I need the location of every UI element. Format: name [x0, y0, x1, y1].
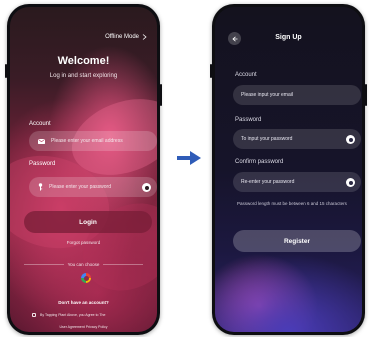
signup-screen: Sign Up Account Please input your email … [215, 7, 362, 332]
terms-links[interactable]: User Agreement Privacy Policy [10, 325, 157, 329]
phone-power-button [160, 84, 162, 106]
terms-checkbox[interactable] [32, 313, 36, 317]
phone-volume-button [5, 64, 7, 78]
password-placeholder: To input your password [241, 136, 293, 142]
phone-power-button [365, 84, 367, 106]
alternate-login-label: You can choose [67, 262, 100, 267]
google-icon[interactable] [81, 273, 91, 283]
login-screen: Offline Mode Welcome! Log in and start e… [10, 7, 157, 332]
offline-mode-link[interactable]: Offline Mode [105, 34, 147, 40]
eye-icon[interactable] [142, 183, 151, 192]
email-placeholder: Please enter your email address [51, 138, 123, 144]
forgot-password-link[interactable]: Forgot password [10, 240, 157, 245]
email-placeholder: Please input your email [241, 92, 293, 98]
login-phone: Offline Mode Welcome! Log in and start e… [5, 4, 162, 335]
login-button[interactable]: Login [24, 211, 152, 233]
password-placeholder: Please enter your password [49, 184, 111, 190]
confirm-password-placeholder: Re-enter your password [241, 179, 295, 185]
password-input[interactable]: Please enter your password [29, 177, 157, 197]
register-button[interactable]: Register [233, 230, 361, 252]
signup-phone: Sign Up Account Please input your email … [210, 4, 367, 335]
terms-agreement: By Tapping Plant Above, you Agree to The [32, 313, 140, 318]
password-hint: Password length must be between 6 and 15… [237, 201, 347, 206]
email-input[interactable]: Please enter your email address [29, 131, 157, 151]
alternate-login-divider: You can choose [24, 262, 143, 267]
terms-text: By Tapping Plant Above, you Agree to The [40, 313, 106, 317]
chevron-right-icon [142, 34, 147, 40]
eye-icon[interactable] [346, 178, 355, 187]
account-label: Account [29, 121, 51, 127]
eye-icon[interactable] [346, 135, 355, 144]
account-label: Account [235, 72, 257, 78]
password-input[interactable]: To input your password [233, 129, 361, 149]
email-input[interactable]: Please input your email [233, 85, 361, 105]
key-icon [38, 183, 43, 191]
divider-line [24, 264, 64, 265]
phone-volume-button [210, 64, 212, 78]
password-label: Password [235, 117, 262, 123]
page-title: Welcome! [57, 55, 110, 67]
confirm-password-input[interactable]: Re-enter your password [233, 172, 361, 192]
mail-icon [38, 138, 45, 144]
signup-prompt[interactable]: Don't have an account? [10, 300, 157, 305]
offline-mode-label: Offline Mode [105, 34, 139, 40]
password-label: Password [29, 161, 56, 167]
confirm-password-label: Confirm password [235, 159, 284, 165]
page-subtitle: Log in and start exploring [49, 73, 118, 79]
divider-line [103, 264, 143, 265]
page-title: Sign Up [275, 34, 302, 41]
arrow-right-icon [177, 151, 201, 165]
